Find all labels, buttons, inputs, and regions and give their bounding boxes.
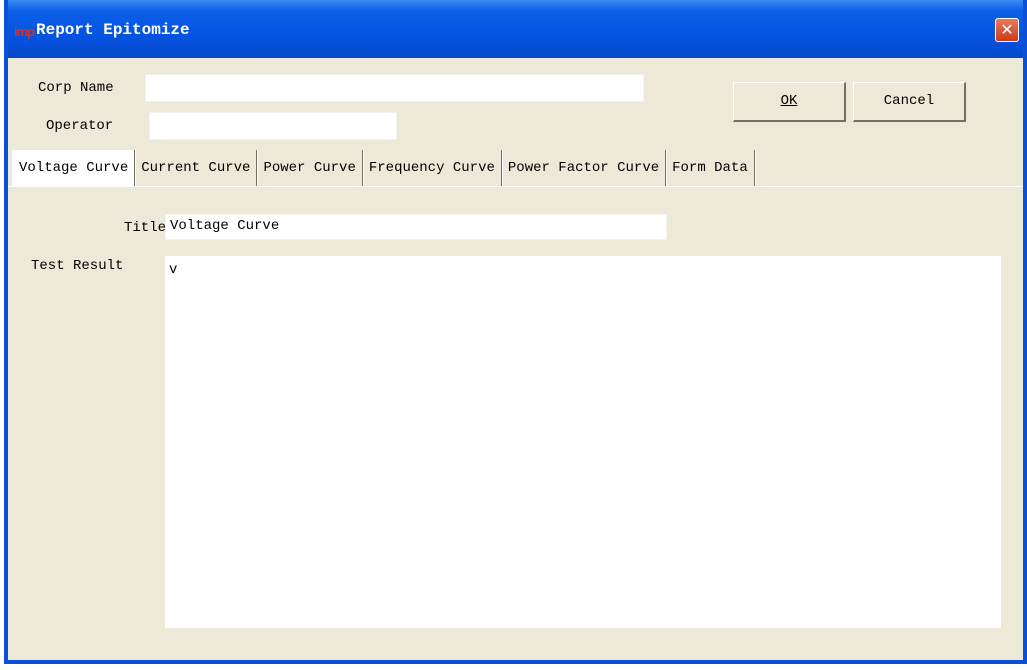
tab-power-factor-curve[interactable]: Power Factor Curve: [502, 150, 667, 186]
operator-label: Operator: [46, 118, 114, 134]
close-button[interactable]: ✕: [995, 18, 1019, 42]
tab-panel-divider: [8, 186, 1023, 187]
tab-form-data[interactable]: Form Data: [666, 150, 755, 186]
ok-button-label: OK: [780, 93, 798, 109]
test-result-textarea[interactable]: v: [165, 256, 1001, 628]
test-result-label: Test Result: [31, 258, 124, 274]
cancel-button[interactable]: Cancel: [853, 82, 966, 122]
corp-name-label: Corp Name: [38, 80, 114, 96]
ok-button[interactable]: OK: [733, 82, 846, 122]
window-title: Report Epitomize: [36, 21, 190, 39]
tab-frequency-curve[interactable]: Frequency Curve: [363, 150, 502, 186]
title-bar[interactable]: imp Report Epitomize ✕: [8, 0, 1023, 58]
tab-current-curve[interactable]: Current Curve: [135, 150, 258, 186]
corp-name-input[interactable]: [145, 74, 644, 102]
tab-voltage-curve[interactable]: Voltage Curve: [12, 150, 136, 186]
report-epitomize-dialog: imp Report Epitomize ✕ Corp Name Operato…: [4, 0, 1027, 664]
cancel-button-label: Cancel: [883, 93, 935, 109]
title-label: Title: [124, 220, 167, 236]
title-input[interactable]: Voltage Curve: [165, 214, 667, 240]
app-logo-icon: imp: [14, 24, 35, 39]
operator-input[interactable]: [149, 112, 397, 140]
tab-strip: Voltage Curve Current Curve Power Curve …: [12, 150, 755, 186]
tab-power-curve[interactable]: Power Curve: [257, 150, 363, 186]
